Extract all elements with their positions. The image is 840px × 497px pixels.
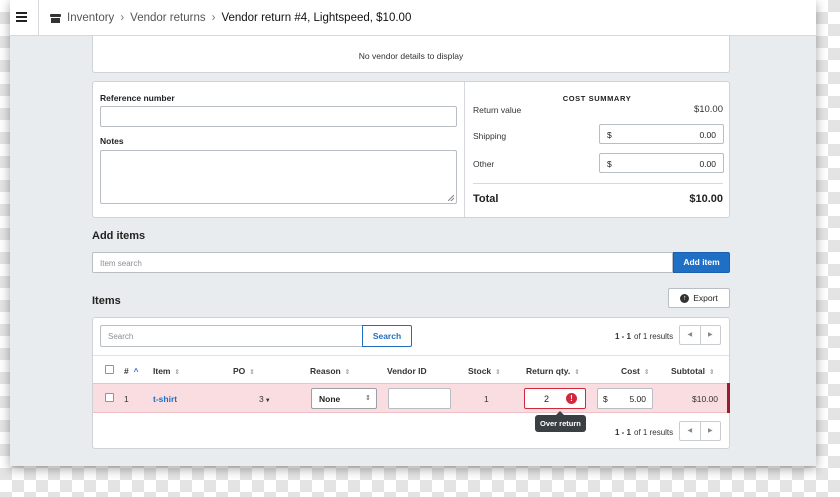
column-header-item[interactable]: Item ⇕ — [153, 366, 180, 376]
column-header-subtotal[interactable]: Subtotal ⇕ — [671, 366, 714, 376]
sort-icon: ⇕ — [249, 369, 255, 376]
pagination-bottom: 1 - 1 of 1 results — [615, 428, 673, 437]
inventory-icon — [50, 13, 61, 23]
chevron-right-icon: › — [120, 12, 125, 24]
sort-icon: ⇕ — [344, 369, 351, 376]
po-dropdown[interactable]: 3▼ — [259, 394, 271, 404]
reason-value: None — [319, 394, 341, 404]
resize-handle-icon[interactable] — [448, 195, 454, 201]
reference-number-label: Reference number — [100, 93, 175, 103]
search-button[interactable]: Search — [362, 325, 412, 347]
row-checkbox[interactable] — [105, 393, 114, 402]
reference-number-input[interactable] — [100, 106, 457, 127]
top-bar: Inventory › Vendor returns › Vendor retu… — [10, 0, 816, 36]
return-value-label: Return value — [473, 105, 522, 115]
export-label: Export — [693, 293, 718, 303]
over-return-tooltip: Over return — [535, 411, 586, 432]
add-items-heading: Add items — [92, 230, 146, 242]
items-table-card: Search Search 1 - 1 of 1 results ◀ ▶ # ^ … — [92, 317, 730, 449]
pagination-range: 1 - 1 — [615, 332, 632, 341]
add-item-button[interactable]: Add item — [673, 252, 730, 273]
row-index: 1 — [124, 394, 129, 404]
return-qty-input[interactable]: 2 ! — [524, 388, 586, 409]
currency-symbol: $ — [607, 159, 612, 169]
pagination-top: 1 - 1 of 1 results — [615, 332, 673, 341]
sort-icon: ⇕ — [574, 369, 580, 376]
divider — [473, 183, 723, 184]
caret-down-icon: ▼ — [264, 398, 271, 404]
items-search-input[interactable]: Search — [100, 325, 363, 347]
table-header: # ^ Item ⇕ PO ⇕ Reason ⇕ Vendor ID Stock ⇕ Re… — [93, 355, 729, 383]
pagination-buttons-top: ◀ ▶ — [679, 325, 721, 345]
column-header-vendor-id: Vendor ID — [387, 366, 427, 376]
shipping-label: Shipping — [473, 131, 507, 141]
table-row: 1 t-shirt 3▼ None ⇕ 1 2 ! $ 5.00 $10.00 — [93, 383, 730, 413]
return-details-form: Reference number Notes — [93, 82, 465, 217]
column-header-cost[interactable]: Cost ⇕ — [621, 366, 649, 376]
menu-icon[interactable] — [16, 12, 27, 22]
column-header-reason[interactable]: Reason ⇕ — [310, 366, 350, 376]
total-label: Total — [473, 193, 499, 205]
cost-summary-title: COST SUMMARY — [562, 94, 632, 103]
notes-label: Notes — [100, 136, 124, 146]
breadcrumb: Inventory › Vendor returns › Vendor retu… — [50, 12, 411, 24]
chevron-right-icon: › — [211, 12, 216, 24]
subtotal-value: $10.00 — [692, 394, 718, 404]
pagination-text: of 1 results — [634, 332, 674, 341]
upload-icon: ↑ — [680, 293, 690, 303]
prev-page-icon[interactable]: ◀ — [680, 422, 701, 440]
breadcrumb-vendor-returns[interactable]: Vendor returns — [130, 12, 205, 24]
next-page-icon[interactable]: ▶ — [701, 422, 721, 440]
item-search-placeholder: Item search — [100, 259, 142, 268]
select-all-checkbox[interactable] — [105, 365, 114, 374]
error-icon: ! — [566, 393, 577, 404]
pagination-text: of 1 results — [634, 428, 674, 437]
notes-textarea[interactable] — [100, 150, 457, 204]
prev-page-icon[interactable]: ◀ — [680, 326, 701, 344]
select-arrows-icon: ⇕ — [365, 395, 371, 402]
currency-symbol: $ — [607, 130, 612, 140]
vendor-id-input[interactable] — [388, 388, 451, 409]
next-page-icon[interactable]: ▶ — [701, 326, 721, 344]
vendor-details-card: No vendor details to display — [92, 36, 730, 73]
cost-summary: COST SUMMARY Return value $10.00 Shippin… — [465, 82, 729, 217]
pagination-buttons-bottom: ◀ ▶ — [679, 421, 721, 441]
pagination-range: 1 - 1 — [615, 428, 632, 437]
sort-ascending-icon[interactable]: ^ — [134, 367, 139, 376]
app-window: Inventory › Vendor returns › Vendor retu… — [10, 0, 816, 466]
cost-value: 5.00 — [629, 394, 646, 404]
column-header-po[interactable]: PO ⇕ — [233, 366, 255, 376]
item-search-input[interactable]: Item search — [92, 252, 673, 273]
divider — [38, 0, 39, 36]
sort-icon: ⇕ — [495, 369, 501, 376]
shipping-input[interactable]: $ 0.00 — [599, 124, 724, 144]
total-value: $10.00 — [689, 193, 723, 205]
return-qty-value: 2 — [544, 394, 550, 404]
sort-icon: ⇕ — [709, 369, 715, 376]
items-search-placeholder: Search — [108, 332, 134, 341]
other-amount: 0.00 — [699, 159, 716, 169]
column-header-stock[interactable]: Stock ⇕ — [468, 366, 501, 376]
vendor-empty-message: No vendor details to display — [358, 51, 464, 61]
export-button[interactable]: ↑ Export — [668, 288, 730, 308]
other-label: Other — [473, 159, 495, 169]
other-cost-input[interactable]: $ 0.00 — [599, 153, 724, 173]
items-heading: Items — [92, 295, 121, 307]
breadcrumb-inventory[interactable]: Inventory — [67, 12, 114, 24]
cost-input[interactable]: $ 5.00 — [597, 388, 653, 409]
currency-symbol: $ — [603, 394, 608, 404]
page-title: Vendor return #4, Lightspeed, $10.00 — [221, 12, 412, 24]
return-value: $10.00 — [693, 104, 723, 115]
column-header-index[interactable]: # ^ — [124, 366, 138, 376]
reason-select[interactable]: None ⇕ — [311, 388, 377, 409]
item-link[interactable]: t-shirt — [153, 394, 177, 404]
shipping-amount: 0.00 — [699, 130, 716, 140]
sort-icon: ⇕ — [174, 369, 180, 376]
sort-icon: ⇕ — [643, 369, 650, 376]
return-details-card: Reference number Notes COST SUMMARY Retu… — [92, 81, 730, 218]
column-header-return-qty[interactable]: Return qty. ⇕ — [526, 366, 580, 376]
stock-value: 1 — [484, 394, 489, 404]
